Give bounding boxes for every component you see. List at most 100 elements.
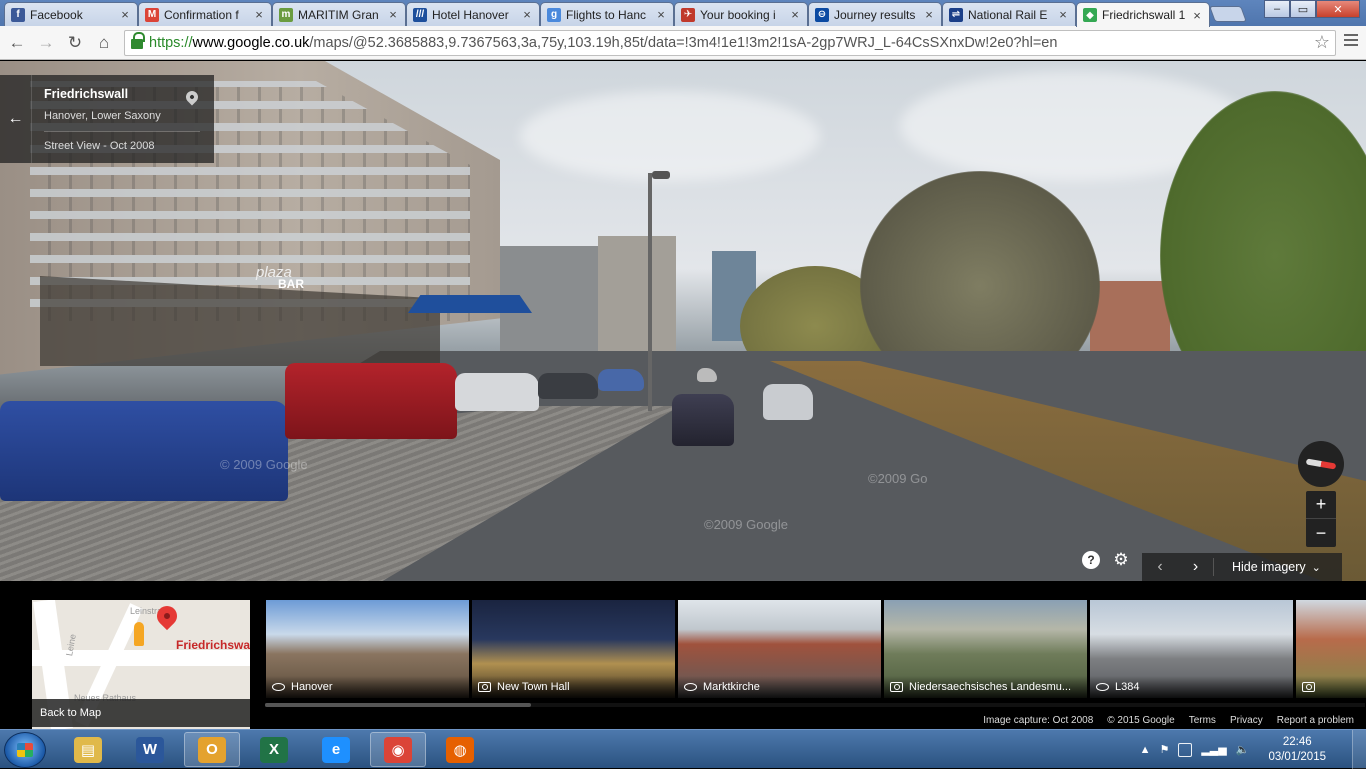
panorama-icon [684,683,697,691]
tab-title: Hotel Hanover [432,7,509,22]
filmstrip-thumbnail[interactable]: Hanover [266,600,469,698]
start-button[interactable] [4,732,46,768]
thumbnail-caption: Marktkirche [703,681,760,693]
building [598,236,676,356]
next-image-arrow-icon[interactable]: › [1178,558,1214,576]
taskbar-excel-button[interactable]: X [246,732,302,767]
bookmark-star-icon[interactable]: ☆ [1314,32,1330,53]
taskbar-chrome-button[interactable]: ◉ [370,732,426,767]
location-pin-icon[interactable] [183,88,201,106]
taskbar-internet-explorer-button[interactable]: e [308,732,364,767]
minimize-button[interactable]: – [1264,0,1290,18]
close-tab-icon[interactable]: × [1057,7,1069,22]
browser-tab[interactable]: ✈ Your booking i × [674,2,808,26]
close-tab-icon[interactable]: × [789,7,801,22]
browser-tab[interactable]: ◆ Friedrichswall 1 × [1076,2,1210,27]
zoom-in-button[interactable]: + [1306,491,1336,519]
hide-imagery-button[interactable]: Hide imagery [1232,560,1306,574]
blue-awning [408,295,532,313]
tab-title: Friedrichswall 1 [1102,8,1186,22]
blue-car-far [598,369,644,391]
filmstrip-thumbnail[interactable]: L384 [1090,600,1293,698]
chrome-menu-icon[interactable] [1344,34,1358,49]
reload-icon[interactable]: ↻ [64,32,86,54]
thumbnail-caption-bar: Hanover [266,676,469,698]
system-clock[interactable]: 22:46 03/01/2015 [1268,735,1326,765]
settings-gear-icon[interactable]: ⚙ [1112,550,1130,569]
maximize-button[interactable]: ▭ [1290,0,1316,18]
url-scheme: https:// [149,35,193,51]
thumbnail-caption-bar: L384 [1090,676,1293,698]
new-tab-button[interactable] [1209,6,1247,22]
browser-tab[interactable]: m MARITIM Gran × [272,2,406,26]
firefox-icon: ◍ [446,736,474,763]
device-icon[interactable] [1178,742,1193,757]
filmstrip-thumbnail[interactable]: Niedersaechsisches Landesmu... [884,600,1087,698]
close-tab-icon[interactable]: × [923,7,935,22]
chevron-down-icon[interactable]: ⌄ [1312,561,1321,574]
filmstrip-thumbnail[interactable] [1296,600,1366,698]
tab-title: Journey results [834,7,916,22]
filmstrip-thumbnail[interactable]: New Town Hall [472,600,675,698]
lock-icon [131,32,145,49]
browser-tab[interactable]: ⊖ Journey results × [808,2,942,26]
address-card: ← Friedrichswall Hanover, Lower Saxony S… [0,75,214,163]
taskbar-file-explorer-button[interactable]: ▤ [60,732,116,767]
street-view-panorama[interactable]: plaza BAR © 2009 Google ©2009 Go ©2009 G… [0,61,1366,581]
browser-tab[interactable]: f Facebook × [4,2,138,26]
google-watermark: © 2009 Google [220,457,308,472]
address-subtitle: Hanover, Lower Saxony [44,110,161,122]
volume-muted-icon[interactable]: 🔈 [1236,743,1250,756]
google-watermark: ©2009 Google [704,517,789,532]
forward-arrow-icon[interactable]: → [35,32,57,54]
network-signal-icon[interactable]: ▂▃▅ [1201,743,1226,756]
camera-icon [890,682,903,692]
capture-date-link[interactable]: Street View - Oct 2008 [44,140,154,152]
close-tab-icon[interactable]: × [387,7,399,22]
report-problem-link[interactable]: Report a problem [1277,715,1354,726]
distant-car [697,368,717,382]
show-hidden-icons-icon[interactable]: ▲ [1140,744,1151,756]
filmstrip-scrollbar[interactable] [265,703,531,707]
tab-title: Confirmation f [164,7,239,22]
previous-image-arrow-icon[interactable]: ‹ [1142,558,1178,576]
browser-tab[interactable]: /// Hotel Hanover × [406,2,540,26]
close-tab-icon[interactable]: × [521,7,533,22]
panorama-icon [272,683,285,691]
browser-toolbar: ← → ↻ ⌂ https:// www.google.co.uk /maps/… [0,26,1366,60]
show-desktop-button[interactable] [1352,730,1366,769]
national-rail-icon: ⇌ [949,7,963,22]
close-tab-icon[interactable]: × [655,7,667,22]
street-view-controls: ? ⚙ [1076,550,1136,569]
back-to-map-button[interactable]: Back to Map [32,699,250,727]
taskbar-firefox-button[interactable]: ◍ [432,732,488,767]
filmstrip-thumbnail[interactable]: Marktkirche [678,600,881,698]
back-arrow-icon[interactable]: ← [0,75,32,163]
silver-car [763,384,813,420]
compass-rotate-control[interactable] [1298,441,1344,487]
terms-link[interactable]: Terms [1189,715,1216,726]
flag-icon[interactable]: ⚑ [1159,743,1169,756]
camera-icon [1302,682,1315,692]
red-van [285,363,457,439]
close-tab-icon[interactable]: × [1191,8,1203,23]
browser-tab[interactable]: ⇌ National Rail E × [942,2,1076,26]
close-window-button[interactable]: ✕ [1316,0,1360,18]
back-arrow-icon[interactable]: ← [6,32,28,54]
home-icon[interactable]: ⌂ [93,32,115,54]
thumbnail-caption: Niedersaechsisches Landesmu... [909,681,1072,693]
taskbar-word-button[interactable]: W [122,732,178,767]
taskbar-outlook-button[interactable]: O [184,732,240,767]
browser-tab[interactable]: g Flights to Hanc × [540,2,674,26]
minimap-location-label: Friedrichswa [176,638,250,652]
clock-time: 22:46 [1282,735,1312,748]
thumbnail-caption: L384 [1115,681,1140,693]
browser-tab[interactable]: M Confirmation f × [138,2,272,26]
privacy-link[interactable]: Privacy [1230,715,1263,726]
address-bar[interactable]: https:// www.google.co.uk /maps/@52.3685… [124,30,1336,56]
blue-car [0,401,288,501]
close-tab-icon[interactable]: × [119,7,131,22]
close-tab-icon[interactable]: × [253,7,265,22]
zoom-out-button[interactable]: − [1306,519,1336,547]
help-icon[interactable]: ? [1082,551,1100,569]
